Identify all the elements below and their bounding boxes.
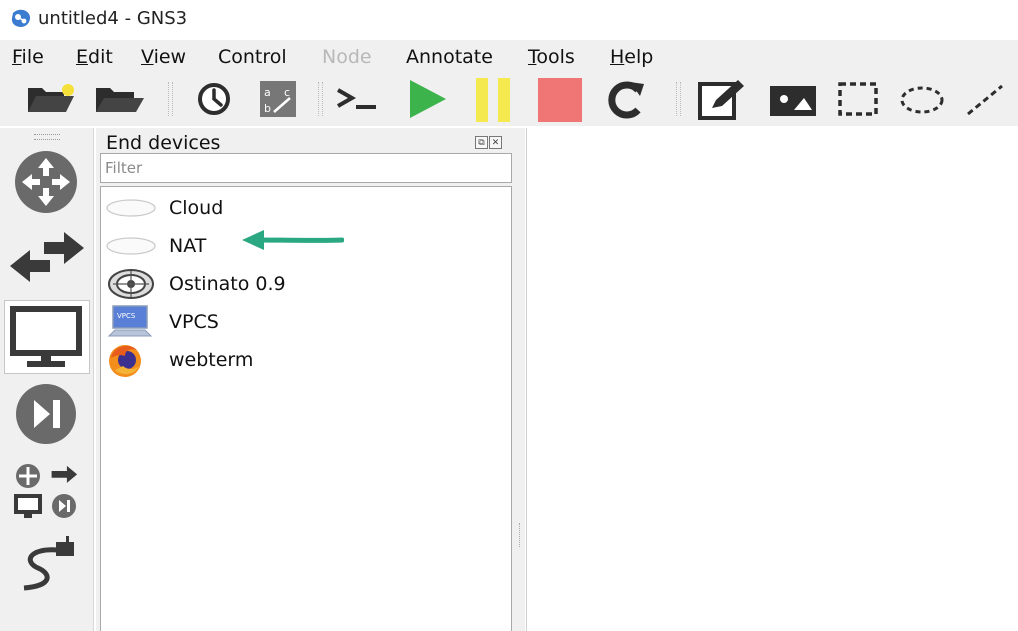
gns3-logo-icon bbox=[11, 9, 31, 28]
show-interface-labels-icon[interactable]: a c b bbox=[254, 74, 308, 124]
draw-line-icon[interactable] bbox=[960, 74, 1010, 124]
toolbar-separator bbox=[168, 82, 173, 116]
topology-canvas[interactable] bbox=[526, 128, 1018, 631]
device-label: webterm bbox=[169, 349, 254, 371]
menu-node[interactable]: Node bbox=[322, 46, 372, 68]
menu-help-mnemonic: H bbox=[610, 46, 625, 68]
device-item-webterm[interactable]: webterm bbox=[105, 342, 505, 378]
menu-help-label: elp bbox=[624, 46, 654, 68]
reload-all-icon[interactable] bbox=[600, 74, 650, 124]
device-item-cloud[interactable]: Cloud bbox=[105, 190, 505, 226]
main-toolbar: a c b bbox=[0, 74, 1018, 126]
add-note-icon[interactable] bbox=[694, 74, 750, 124]
splitter-grip[interactable] bbox=[519, 523, 522, 547]
menu-bar: File Edit View Control Node Annotate Too… bbox=[0, 40, 1018, 74]
window-title: untitled4 - GNS3 bbox=[38, 8, 188, 29]
ostinato-icon bbox=[108, 269, 154, 299]
title-bar: untitled4 - GNS3 bbox=[0, 0, 1018, 38]
device-label: VPCS bbox=[169, 311, 219, 333]
draw-ellipse-icon[interactable] bbox=[896, 74, 952, 124]
menu-control[interactable]: Control bbox=[218, 46, 287, 68]
menu-file-label: ile bbox=[21, 46, 44, 68]
suspend-all-icon[interactable] bbox=[470, 74, 520, 124]
console-all-icon[interactable] bbox=[330, 74, 386, 124]
dock-close-icon[interactable]: ✕ bbox=[489, 136, 502, 149]
device-item-ostinato[interactable]: Ostinato 0.9 bbox=[105, 266, 505, 302]
panel-splitter[interactable] bbox=[515, 128, 525, 631]
browse-routers-icon[interactable] bbox=[4, 144, 90, 218]
menu-edit-mnemonic: E bbox=[76, 46, 89, 68]
nat-cloud-icon bbox=[106, 237, 156, 255]
svg-text:b: b bbox=[264, 102, 271, 115]
device-label: Ostinato 0.9 bbox=[169, 273, 286, 295]
start-all-icon[interactable] bbox=[404, 74, 454, 124]
dock-float-icon[interactable]: ⧉ bbox=[475, 136, 488, 149]
add-link-icon[interactable] bbox=[4, 532, 90, 606]
device-label: Cloud bbox=[169, 197, 224, 219]
dock-title: End devices bbox=[106, 132, 221, 154]
menu-tools-label: ools bbox=[536, 46, 575, 68]
toolbar-separator bbox=[676, 82, 681, 116]
draw-rectangle-icon[interactable] bbox=[832, 74, 888, 124]
device-label: NAT bbox=[169, 235, 207, 257]
menu-edit-label: dit bbox=[88, 46, 113, 68]
snapshot-icon[interactable] bbox=[188, 74, 242, 124]
toolbar-grip[interactable] bbox=[34, 134, 60, 140]
menu-help[interactable]: Help bbox=[610, 46, 653, 68]
menu-view-mnemonic: V bbox=[141, 46, 154, 68]
vpcs-icon: VPCS bbox=[107, 305, 153, 337]
svg-text:a: a bbox=[264, 86, 271, 99]
firefox-icon bbox=[109, 345, 141, 377]
menu-annotate[interactable]: Annotate bbox=[406, 46, 493, 68]
toolbar-separator bbox=[318, 82, 323, 116]
menu-view[interactable]: View bbox=[141, 46, 186, 68]
menu-edit[interactable]: Edit bbox=[76, 46, 113, 68]
cloud-icon bbox=[106, 199, 156, 217]
device-item-vpcs[interactable]: VPCS VPCS bbox=[105, 304, 505, 340]
filter-input[interactable] bbox=[100, 153, 512, 183]
stop-all-icon[interactable] bbox=[534, 74, 586, 124]
menu-file[interactable]: File bbox=[12, 46, 44, 68]
svg-text:c: c bbox=[284, 86, 290, 99]
menu-view-label: iew bbox=[153, 46, 187, 68]
device-list: Cloud NAT Ostinato 0.9 VPCS VPCS webterm bbox=[100, 186, 512, 631]
browse-all-devices-icon[interactable] bbox=[4, 454, 90, 528]
browse-end-devices-icon bbox=[10, 306, 82, 367]
vpcs-icon-text: VPCS bbox=[117, 312, 136, 320]
menu-file-mnemonic: F bbox=[12, 46, 22, 68]
new-project-icon[interactable] bbox=[24, 74, 80, 124]
annotation-arrow-icon bbox=[242, 230, 344, 250]
open-project-icon[interactable] bbox=[92, 74, 148, 124]
menu-tools[interactable]: Tools bbox=[528, 46, 575, 68]
insert-picture-icon[interactable] bbox=[764, 74, 824, 124]
device-type-toolbar bbox=[0, 128, 94, 631]
browse-security-devices-icon[interactable] bbox=[4, 378, 90, 452]
browse-switches-icon[interactable] bbox=[4, 220, 90, 294]
browse-end-devices-button[interactable] bbox=[4, 300, 90, 374]
